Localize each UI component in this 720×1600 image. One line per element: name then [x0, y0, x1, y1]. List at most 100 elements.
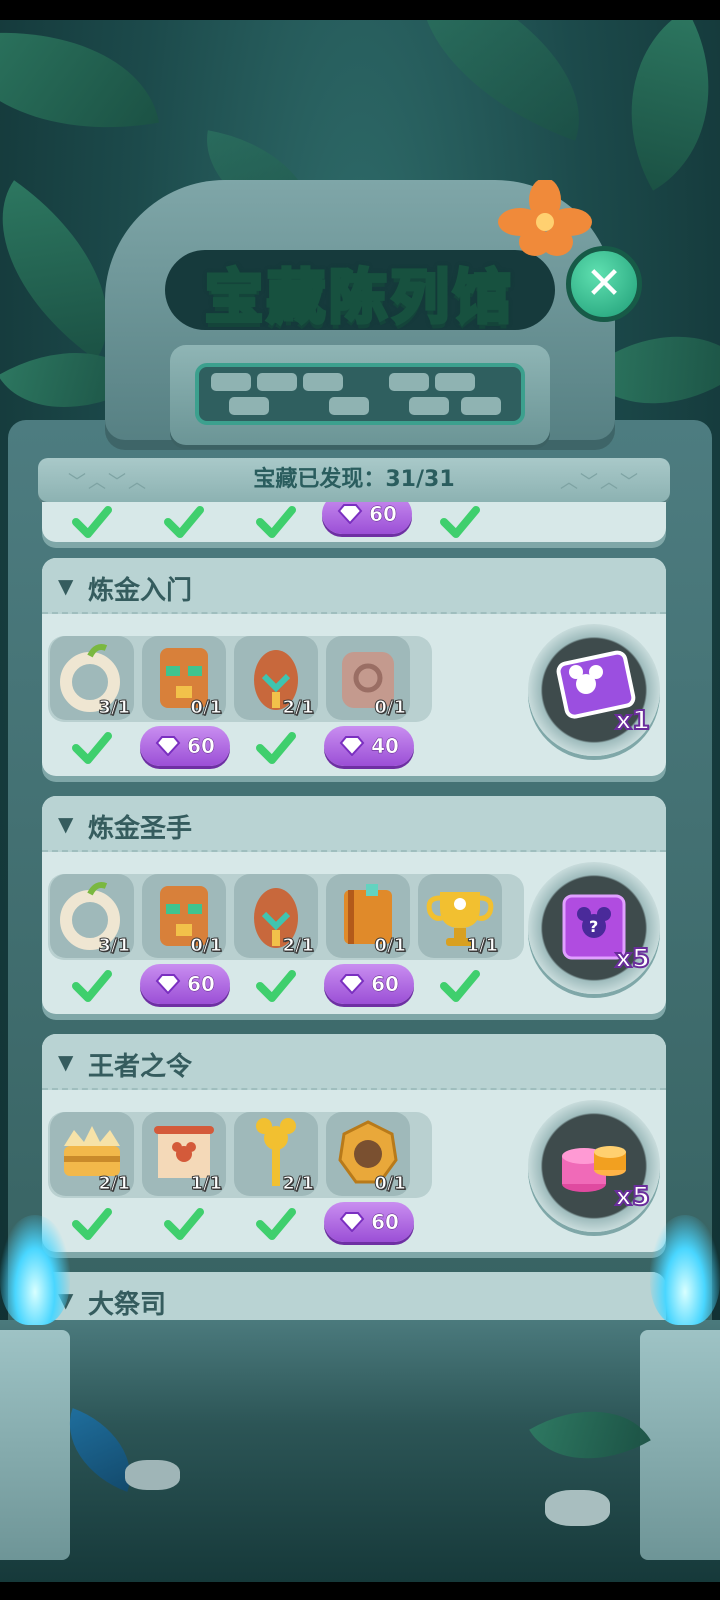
- gem-cost: 60: [371, 972, 399, 997]
- chevron-down-icon: ▼: [58, 812, 74, 836]
- section-title: 炼金入门: [88, 576, 193, 606]
- collection-item[interactable]: 1/1: [418, 874, 502, 958]
- check-icon: [440, 506, 480, 538]
- page-title: 宝藏陈列馆: [203, 261, 515, 333]
- check-icon: [72, 970, 112, 1002]
- section-header[interactable]: ▼ 王者之令: [42, 1034, 666, 1090]
- brick: [409, 397, 449, 415]
- gem-cost: 60: [369, 502, 397, 526]
- blue-torch-flame-icon: [650, 1215, 720, 1325]
- section-title: 炼金圣手: [88, 814, 193, 844]
- gem-purchase-button[interactable]: 60: [140, 964, 230, 1004]
- collection-item[interactable]: 0/1: [326, 874, 410, 958]
- item-count: 1/1: [466, 935, 499, 957]
- section-title: 王者之令: [88, 1052, 193, 1082]
- gem-icon: [337, 504, 363, 524]
- gem-cost: 40: [371, 734, 399, 759]
- section-header[interactable]: ▼ 炼金入门: [42, 558, 666, 614]
- section-reward[interactable]: x5: [528, 1100, 660, 1232]
- item-count: 2/1: [282, 1173, 315, 1195]
- rock: [125, 1460, 180, 1490]
- svg-text:?: ?: [589, 917, 598, 936]
- collection-item[interactable]: 1/1: [142, 1112, 226, 1196]
- partial-row: 60: [42, 502, 666, 542]
- brick: [329, 397, 369, 415]
- check-icon: [72, 1208, 112, 1240]
- section-title: 大祭司: [88, 1290, 167, 1320]
- check-icon: [164, 1208, 204, 1240]
- section-reward[interactable]: x1: [528, 624, 660, 756]
- item-count: 0/1: [374, 697, 407, 719]
- item-count: 2/1: [282, 935, 315, 957]
- collection-item[interactable]: 0/1: [142, 636, 226, 720]
- gem-icon: [155, 974, 181, 994]
- treasure-counter: 宝藏已发现：31/31: [253, 467, 455, 492]
- museum-scene: 宝藏陈列馆 ✕ ﹀︿﹀︿ ︿﹀︿﹀ 宝藏已发现：31/31 60 ▼ 炼金入门 …: [0, 20, 720, 1582]
- gem-purchase-button[interactable]: 60: [324, 1202, 414, 1242]
- leaf-decoration: [583, 20, 720, 191]
- reward-quantity: x5: [614, 1181, 651, 1213]
- section-header[interactable]: ▼ 炼金圣手: [42, 796, 666, 852]
- orange-flower-icon: [498, 180, 592, 256]
- chevron-down-icon: ▼: [58, 574, 74, 598]
- collection-card-partial: 60: [42, 502, 666, 542]
- collection-card-alchemy-master: ▼ 炼金圣手 3/1 0/1 2/1 0/1 1/1 60 60 ? x5: [42, 796, 666, 1014]
- close-icon: ✕: [585, 258, 623, 309]
- item-count: 3/1: [98, 697, 131, 719]
- gem-purchase-button[interactable]: 60: [140, 726, 230, 766]
- item-count: 1/1: [190, 1173, 223, 1195]
- gem-icon: [339, 736, 365, 756]
- collection-item[interactable]: 2/1: [234, 1112, 318, 1196]
- close-button[interactable]: ✕: [566, 246, 642, 322]
- collection-item[interactable]: 0/1: [142, 874, 226, 958]
- collection-item[interactable]: 2/1: [234, 874, 318, 958]
- collection-card-royal-decree: ▼ 王者之令 2/1 1/1 2/1 0/1 60 x5: [42, 1034, 666, 1252]
- collection-item[interactable]: 3/1: [50, 874, 134, 958]
- check-icon: [440, 970, 480, 1002]
- brick: [303, 373, 343, 391]
- brick: [257, 373, 297, 391]
- brick: [211, 373, 251, 391]
- mystery-ticket-icon: ?: [562, 894, 626, 960]
- collection-list[interactable]: 60 ▼ 炼金入门 3/1 0/1 2/1 0/1 60 40 x1 ▼ 炼金圣…: [38, 502, 670, 1340]
- gem-icon: [155, 736, 181, 756]
- chevron-down-icon: ▼: [58, 1050, 74, 1074]
- mickey-card-icon: [556, 650, 636, 719]
- gem-purchase-button[interactable]: 60: [324, 964, 414, 1004]
- check-icon: [256, 970, 296, 1002]
- plaque-slot: [195, 363, 525, 425]
- item-count: 3/1: [98, 935, 131, 957]
- brick: [229, 397, 269, 415]
- check-icon: [72, 732, 112, 764]
- check-icon: [164, 506, 204, 538]
- gem-purchase-button[interactable]: 40: [324, 726, 414, 766]
- gem-purchase-button[interactable]: 60: [322, 502, 412, 534]
- collection-item[interactable]: 3/1: [50, 636, 134, 720]
- stone-pedestal: [0, 1330, 70, 1560]
- stone-plaque: [170, 345, 550, 445]
- item-count: 0/1: [190, 935, 223, 957]
- brick: [389, 373, 429, 391]
- check-icon: [256, 1208, 296, 1240]
- rock: [545, 1490, 610, 1526]
- item-count: 2/1: [282, 697, 315, 719]
- check-icon: [256, 506, 296, 538]
- item-count: 0/1: [374, 935, 407, 957]
- collection-item[interactable]: 0/1: [326, 1112, 410, 1196]
- collection-item[interactable]: 2/1: [234, 636, 318, 720]
- collection-item[interactable]: 0/1: [326, 636, 410, 720]
- item-count: 0/1: [374, 1173, 407, 1195]
- brick: [461, 397, 501, 415]
- leaf-decoration: [0, 20, 159, 156]
- stone-pedestal: [640, 1330, 720, 1560]
- collection-item[interactable]: 2/1: [50, 1112, 134, 1196]
- gem-icon: [339, 1212, 365, 1232]
- gem-cost: 60: [371, 1210, 399, 1235]
- brick: [435, 373, 475, 391]
- status-bar: [0, 0, 720, 20]
- item-count: 2/1: [98, 1173, 131, 1195]
- section-reward[interactable]: ? x5: [528, 862, 660, 994]
- item-count: 0/1: [190, 697, 223, 719]
- gem-icon: [339, 974, 365, 994]
- treasure-counter-bar: ﹀︿﹀︿ ︿﹀︿﹀ 宝藏已发现：31/31: [38, 458, 670, 502]
